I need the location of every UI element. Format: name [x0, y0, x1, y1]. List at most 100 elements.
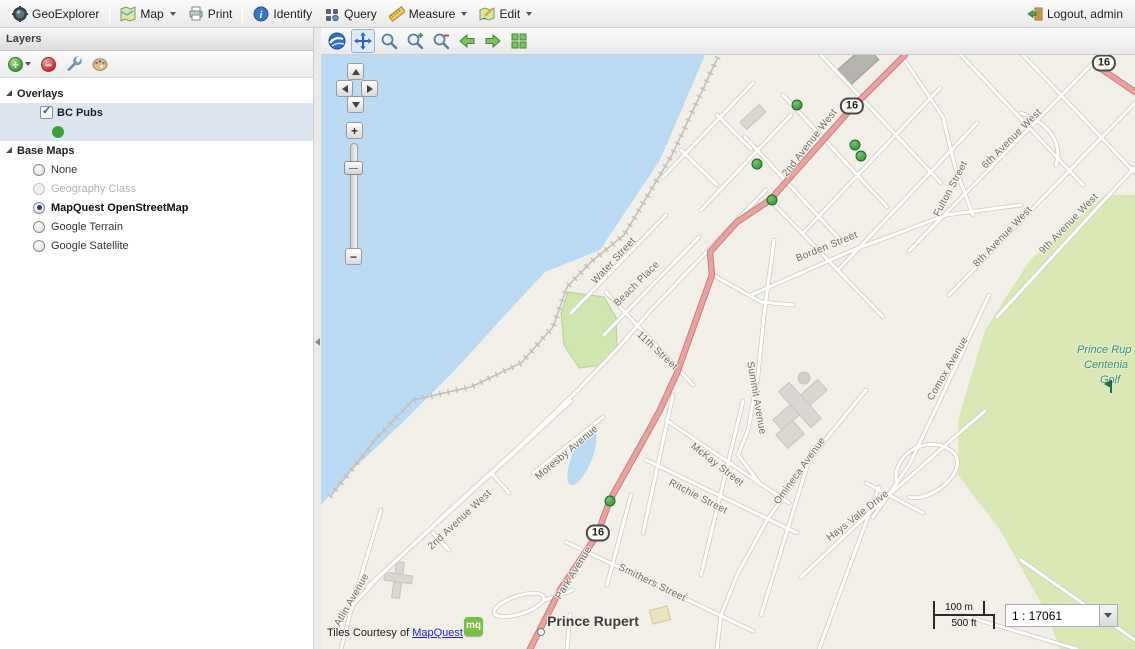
base-layer-mapquest-osm[interactable]: MapQuest OpenStreetMap: [0, 198, 313, 217]
remove-layer-icon: −: [41, 57, 56, 72]
edit-button[interactable]: Edit: [473, 3, 538, 25]
collapse-triangle-icon[interactable]: [6, 147, 12, 153]
previous-extent-button[interactable]: [455, 29, 479, 53]
zoom-slider-track[interactable]: [350, 143, 358, 255]
print-label: Print: [208, 7, 233, 21]
attribution-text: Tiles Courtesy of: [327, 627, 412, 639]
layers-panel-header: Layers: [0, 28, 313, 51]
base-layer-none[interactable]: None: [0, 160, 313, 179]
arrow-left-icon: [342, 85, 348, 93]
highway-shield: 16: [840, 98, 864, 115]
zoom-out-slider-button[interactable]: −: [345, 248, 362, 265]
layer-properties-button[interactable]: [63, 54, 85, 74]
identify-label: Identify: [273, 7, 312, 21]
scale-value: 1 : 17061: [1006, 605, 1099, 626]
golf-flag-icon: [1104, 380, 1116, 394]
logout-button[interactable]: Logout, admin: [1021, 3, 1129, 25]
pan-tool-button[interactable]: [351, 29, 375, 53]
layer-visibility-checkbox[interactable]: ✓: [40, 106, 53, 119]
add-layer-button[interactable]: +: [5, 55, 34, 74]
geoexplorer-brand[interactable]: GeoExplorer: [6, 3, 105, 25]
arrow-right-icon: [367, 85, 373, 93]
magnifier-plus-icon: [406, 32, 424, 50]
tree-node-base-maps[interactable]: Base Maps: [0, 141, 313, 160]
measure-button[interactable]: Measure: [383, 3, 474, 25]
zoom-out-button[interactable]: [429, 29, 453, 53]
chevron-down-icon: [170, 12, 176, 16]
query-label: Query: [344, 7, 377, 21]
tree-node-bc-pubs[interactable]: ✓ BC Pubs: [0, 103, 313, 122]
zoom-in-button[interactable]: [403, 29, 427, 53]
minus-icon: −: [350, 250, 357, 264]
pan-west-button[interactable]: [336, 80, 353, 97]
collapse-panel-arrow-icon[interactable]: [315, 338, 320, 346]
print-button[interactable]: Print: [182, 3, 239, 25]
map-attribution: Tiles Courtesy of MapQuest: [327, 627, 463, 639]
chevron-down-icon: [25, 62, 31, 66]
map-toolbar: [321, 28, 1135, 55]
base-layer-label: None: [51, 164, 77, 176]
radio-icon[interactable]: [33, 221, 45, 233]
scale-bar: 100 m 500 ft: [933, 601, 995, 629]
pub-marker[interactable]: [605, 496, 616, 507]
zoom-slider-handle[interactable]: [344, 161, 363, 175]
svg-text:i: i: [260, 10, 263, 21]
pan-south-button[interactable]: [347, 96, 364, 113]
map-icon: [120, 6, 136, 22]
radio-icon[interactable]: [33, 240, 45, 252]
magnifier-icon: [380, 32, 398, 50]
base-layer-google-satellite[interactable]: Google Satellite: [0, 236, 313, 255]
pub-marker[interactable]: [792, 100, 803, 111]
zoom-max-extent-button[interactable]: [507, 29, 531, 53]
mapquest-logo-icon: mq: [464, 617, 483, 636]
panel-splitter[interactable]: [314, 28, 321, 649]
print-icon: [188, 6, 204, 22]
map-menu-label: Map: [140, 7, 163, 21]
pan-arrows-icon: [354, 32, 372, 50]
google-earth-3d-button[interactable]: [325, 29, 349, 53]
google-earth-icon: [328, 32, 346, 50]
scale-combo[interactable]: 1 : 17061: [1005, 604, 1118, 627]
golf-course-label: Centenia: [1084, 359, 1128, 371]
brand-label: GeoExplorer: [32, 7, 99, 21]
logout-door-icon: [1027, 6, 1043, 22]
collapse-triangle-icon[interactable]: [6, 90, 12, 96]
green-arrow-left-icon: [458, 32, 476, 50]
overlays-label: Overlays: [17, 88, 63, 100]
edit-styles-button[interactable]: [89, 54, 111, 74]
remove-layer-button[interactable]: −: [38, 55, 59, 74]
golf-course-label: Prince Rup: [1077, 344, 1131, 356]
base-maps-label: Base Maps: [17, 145, 74, 157]
pub-marker[interactable]: [752, 159, 763, 170]
green-arrow-right-icon: [484, 32, 502, 50]
next-extent-button[interactable]: [481, 29, 505, 53]
pan-east-button[interactable]: [361, 80, 378, 97]
radio-selected-icon[interactable]: [33, 202, 45, 214]
radio-icon[interactable]: [33, 164, 45, 176]
edit-map-icon: [479, 6, 495, 22]
measure-ruler-icon: [389, 6, 405, 22]
base-layer-label: Google Satellite: [51, 240, 129, 252]
logout-label: Logout, admin: [1047, 7, 1123, 21]
map-menu-button[interactable]: Map: [114, 3, 181, 25]
identify-button[interactable]: i Identify: [247, 3, 318, 25]
zoom-box-button[interactable]: [377, 29, 401, 53]
highway-shield: 16: [586, 525, 610, 542]
query-button[interactable]: Query: [318, 3, 383, 25]
city-label: Prince Rupert: [547, 613, 639, 629]
base-layer-google-terrain[interactable]: Google Terrain: [0, 217, 313, 236]
mapquest-link[interactable]: MapQuest: [412, 627, 463, 639]
map-viewport[interactable]: 2nd Avenue WestWater StreetBeach Place11…: [321, 55, 1135, 649]
pub-marker[interactable]: [856, 151, 867, 162]
pan-north-button[interactable]: [347, 63, 364, 80]
base-layer-geography-class[interactable]: Geography Class: [0, 179, 313, 198]
base-layer-label: Google Terrain: [51, 221, 123, 233]
measure-label: Measure: [409, 7, 456, 21]
base-layer-label: MapQuest OpenStreetMap: [51, 202, 189, 214]
pub-marker[interactable]: [767, 195, 778, 206]
tree-node-overlays[interactable]: Overlays: [0, 84, 313, 103]
zoom-in-slider-button[interactable]: +: [346, 122, 363, 139]
combo-dropdown-button[interactable]: [1099, 605, 1117, 626]
pub-marker[interactable]: [850, 140, 861, 151]
layer-tree: Overlays ✓ BC Pubs Base Maps None Geogra…: [0, 78, 313, 255]
